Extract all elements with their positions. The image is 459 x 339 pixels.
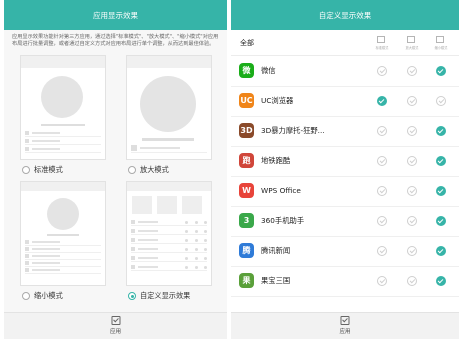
app-name: WPS Office: [261, 186, 301, 195]
page-title: 自定义显示效果: [318, 10, 372, 20]
zoom-out-mode-preview[interactable]: [20, 181, 106, 286]
app-row: 微微信: [231, 56, 459, 87]
description-text: 应用显示效果功能针对第三方应用，通过选择"标准模式"、"放大模式"、"缩小模式"…: [12, 34, 219, 47]
zoom-in-mode-check-icon[interactable]: [407, 246, 417, 256]
zoom-out-mode-check-icon[interactable]: [436, 246, 446, 256]
app-name: UC浏览器: [261, 96, 294, 105]
app-name: 腾讯新闻: [261, 246, 291, 255]
zoom-in-mode-check-icon[interactable]: [407, 96, 417, 106]
wechat-icon: 微: [239, 63, 254, 78]
zoom-out-mode-column-icon[interactable]: [436, 36, 444, 43]
apply-button[interactable]: 应用: [110, 316, 121, 335]
apply-button[interactable]: 应用: [339, 316, 351, 335]
checkmark-icon: [340, 316, 350, 325]
standard-mode-check-icon[interactable]: [377, 156, 387, 166]
radio-icon: [22, 166, 30, 174]
zoom-in-mode-check-icon[interactable]: [407, 126, 417, 136]
zoom-in-mode-check-icon[interactable]: [407, 276, 417, 286]
app-row: 3 360手机助手: [231, 206, 459, 237]
wps-icon: W: [239, 183, 254, 198]
bottom-action-bar: 应用: [231, 312, 459, 339]
zoom-out-mode-check-icon[interactable]: [436, 156, 446, 166]
standard-mode-check-icon[interactable]: [377, 276, 387, 286]
zoom-out-mode-check-icon[interactable]: [436, 66, 446, 76]
radio-icon: [128, 166, 136, 174]
zoom-in-mode-check-icon[interactable]: [407, 216, 417, 226]
uc-browser-icon: UC: [239, 93, 254, 108]
checkmark-icon: [110, 316, 120, 325]
column-caption: 缩小模式: [434, 46, 448, 50]
bottom-action-bar: 应用: [4, 312, 227, 339]
app-name: 360手机助手: [261, 216, 305, 225]
radio-icon: [22, 292, 30, 300]
standard-mode-check-icon[interactable]: [377, 246, 387, 256]
standard-mode-check-icon[interactable]: [377, 66, 387, 76]
column-caption: 放大模式: [405, 46, 419, 50]
zoom-out-mode-check-icon[interactable]: [436, 276, 446, 286]
zoom-in-mode-column-icon[interactable]: [407, 36, 415, 43]
zoom-out-mode-check-icon[interactable]: [436, 216, 446, 226]
standard-mode-check-icon[interactable]: [377, 96, 387, 106]
radio-selected-icon: [128, 292, 136, 300]
zoom-in-mode-check-icon[interactable]: [407, 66, 417, 76]
custom-mode-option[interactable]: 自定义显示效果: [128, 291, 190, 301]
title-bar: 应用显示效果: [4, 0, 227, 30]
app-row: 腾腾讯新闻: [231, 236, 459, 267]
app-name: 果宝三国: [261, 276, 291, 285]
custom-mode-preview[interactable]: [126, 181, 212, 286]
all-apps-label: 全部: [240, 39, 254, 47]
app-name: 地铁跑酷: [261, 156, 291, 165]
standard-mode-option[interactable]: 标准模式: [22, 165, 63, 175]
standard-mode-check-icon[interactable]: [377, 126, 387, 136]
app-name: 微信: [261, 66, 276, 75]
360-icon: 3: [239, 213, 254, 228]
guobao-game-icon: 果: [239, 273, 254, 288]
zoom-in-mode-check-icon[interactable]: [407, 156, 417, 166]
zoom-out-mode-check-icon[interactable]: [436, 186, 446, 196]
app-row: 跑地铁跑酷: [231, 146, 459, 177]
zoom-out-mode-check-icon[interactable]: [436, 96, 446, 106]
column-caption: 标准模式: [375, 46, 389, 50]
app-name: 3D暴力摩托-狂野...: [261, 126, 325, 135]
title-bar: 自定义显示效果: [231, 0, 459, 30]
zoom-out-mode-option[interactable]: 缩小模式: [22, 291, 63, 301]
standard-mode-check-icon[interactable]: [377, 186, 387, 196]
zoom-in-mode-preview[interactable]: [126, 55, 212, 160]
standard-mode-preview[interactable]: [20, 55, 106, 160]
app-row: 3D 3D暴力摩托-狂野...: [231, 116, 459, 147]
tencent-news-icon: 腾: [239, 243, 254, 258]
zoom-in-mode-check-icon[interactable]: [407, 186, 417, 196]
zoom-in-mode-option[interactable]: 放大模式: [128, 165, 169, 175]
page-title: 应用显示效果: [93, 10, 138, 20]
app-row: W WPS Office: [231, 176, 459, 207]
custom-display-screen: 自定义显示效果 全部 标准模式 放大模式 缩小模式 微微信 UC UC浏览器 3D 3D…: [231, 0, 459, 339]
zoom-out-mode-check-icon[interactable]: [436, 126, 446, 136]
app-row: 果果宝三国: [231, 266, 459, 297]
subway-game-icon: 跑: [239, 153, 254, 168]
moto-game-icon: 3D: [239, 123, 254, 138]
standard-mode-check-icon[interactable]: [377, 216, 387, 226]
standard-mode-column-icon[interactable]: [377, 36, 385, 43]
app-row: UC UC浏览器: [231, 86, 459, 117]
column-header: 全部 标准模式 放大模式 缩小模式: [231, 30, 459, 56]
display-mode-screen: 应用显示效果 应用显示效果功能针对第三方应用，通过选择"标准模式"、"放大模式"…: [4, 0, 227, 339]
